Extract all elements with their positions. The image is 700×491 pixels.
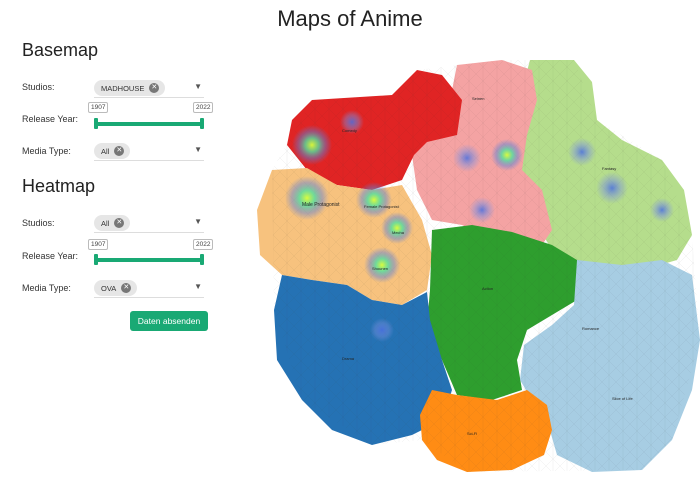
heat-spot: [469, 197, 495, 223]
remove-chip-icon[interactable]: ✕: [121, 283, 132, 293]
heat-spot: [596, 172, 628, 204]
basemap-media-label: Media Type:: [22, 146, 71, 156]
anime-map[interactable]: Male Protagonist Female Protagonist Mech…: [252, 60, 700, 486]
heatmap-year-label: Release Year:: [22, 251, 79, 261]
heatmap-media-chip[interactable]: OVA ✕: [94, 280, 138, 296]
graph-edges: [272, 60, 700, 472]
heatmap-year-min-handle[interactable]: [94, 254, 98, 265]
map-label: Mecha: [392, 230, 405, 235]
map-label: Fantasy: [602, 166, 616, 171]
basemap-year-label: Release Year:: [22, 114, 79, 124]
heatmap-year-min-value: 1907: [88, 239, 109, 250]
remove-chip-icon[interactable]: ✕: [149, 83, 160, 93]
map-canvas[interactable]: Male Protagonist Female Protagonist Mech…: [252, 60, 700, 486]
map-label: Seinen: [472, 96, 484, 101]
map-label: Comedy: [342, 128, 357, 133]
heat-spot: [370, 318, 394, 342]
heat-spot: [356, 182, 392, 218]
basemap-media-chip[interactable]: All ✕: [94, 143, 131, 159]
basemap-year-min-value: 1907: [88, 102, 109, 113]
remove-chip-icon[interactable]: ✕: [114, 146, 125, 156]
map-label: Sci-Fi: [467, 431, 477, 436]
heat-spot: [381, 212, 413, 244]
dropdown-caret-icon[interactable]: ▼: [194, 145, 202, 154]
heatmap-media-select[interactable]: OVA ✕ ▼: [94, 278, 204, 298]
heatmap-studios-select[interactable]: All ✕ ▼: [94, 213, 204, 233]
map-label: Female Protagonist: [364, 204, 400, 209]
remove-chip-icon[interactable]: ✕: [114, 218, 125, 228]
heatmap-year-max-handle[interactable]: [200, 254, 204, 265]
basemap-heading: Basemap: [22, 40, 99, 60]
heat-spot: [364, 247, 400, 283]
heat-spot: [491, 139, 523, 171]
basemap-media-select[interactable]: All ✕ ▼: [94, 141, 204, 161]
heat-spot: [568, 138, 596, 166]
map-label: Action: [482, 286, 493, 291]
heat-spot: [285, 176, 329, 220]
map-label: Male Protagonist: [302, 202, 340, 208]
map-label: Shounen: [372, 266, 388, 271]
heatmap-studios-chip[interactable]: All ✕: [94, 215, 131, 231]
heat-spot: [650, 198, 674, 222]
basemap-year-max-value: 2022: [193, 102, 214, 113]
map-label: Slice of Life: [612, 396, 633, 401]
heatmap-studios-label: Studios:: [22, 218, 55, 228]
basemap-studios-chip-label: MADHOUSE: [101, 83, 145, 93]
basemap-year-min-handle[interactable]: [94, 118, 98, 129]
map-label: Romance: [582, 326, 600, 331]
heatmap-media-chip-label: OVA: [101, 283, 117, 293]
heatmap-year-slider[interactable]: [96, 258, 202, 262]
heatmap-year-max-value: 2022: [193, 239, 214, 250]
heatmap-studios-chip-label: All: [101, 218, 110, 228]
basemap-media-chip-label: All: [101, 146, 110, 156]
submit-button[interactable]: Daten absenden: [130, 311, 208, 331]
basemap-studios-label: Studios:: [22, 82, 55, 92]
dropdown-caret-icon[interactable]: ▼: [194, 282, 202, 291]
map-label: Drama: [342, 356, 355, 361]
dropdown-caret-icon[interactable]: ▼: [194, 217, 202, 226]
basemap-studios-chip[interactable]: MADHOUSE ✕: [94, 80, 166, 96]
basemap-year-slider[interactable]: [96, 122, 202, 126]
heat-spot: [453, 144, 481, 172]
basemap-studios-select[interactable]: MADHOUSE ✕ ▼: [94, 78, 204, 98]
dropdown-caret-icon[interactable]: ▼: [194, 82, 202, 91]
page-title: Maps of Anime: [277, 6, 423, 31]
basemap-year-max-handle[interactable]: [200, 118, 204, 129]
heatmap-media-label: Media Type:: [22, 283, 71, 293]
heat-spot: [292, 125, 332, 165]
heatmap-heading: Heatmap: [22, 176, 96, 196]
